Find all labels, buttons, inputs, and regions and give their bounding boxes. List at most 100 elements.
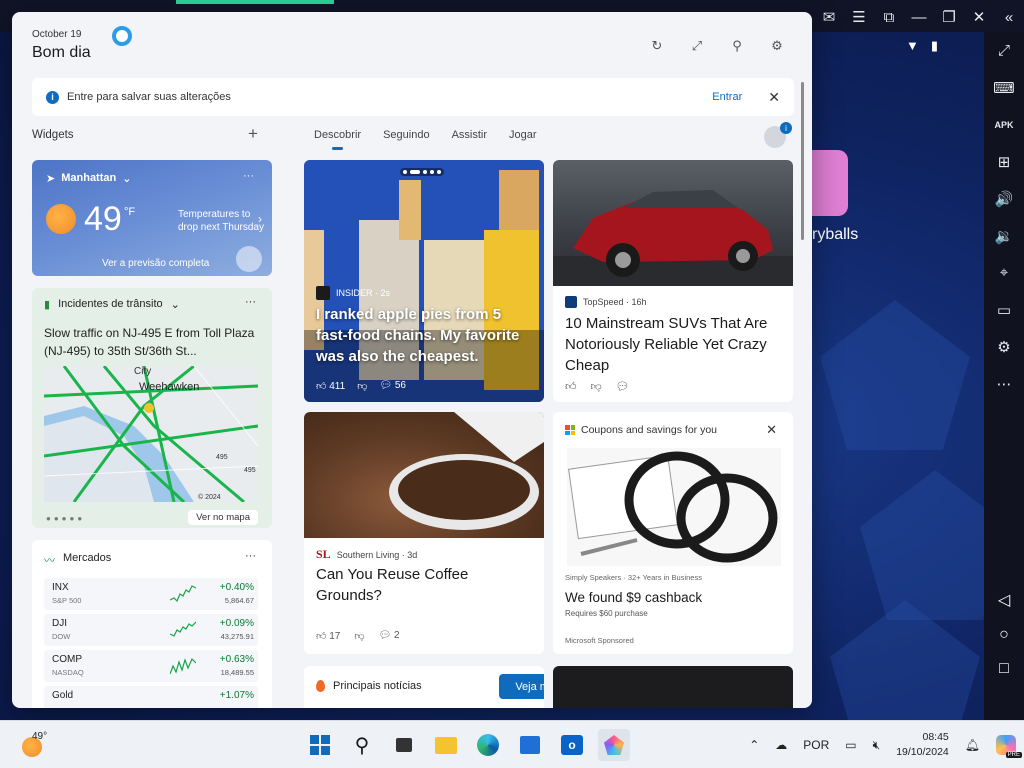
carousel-dots[interactable]: ●●●●● (46, 514, 85, 523)
news-card-dark[interactable] (553, 666, 793, 708)
tab-assistir[interactable]: Assistir (452, 129, 487, 141)
traffic-widget[interactable]: ▮ Incidentes de trânsito ⌄ ··· Slow traf… (32, 288, 272, 528)
like-count: 17 (329, 631, 341, 642)
location-icon[interactable]: ⌖ (984, 254, 1024, 291)
start-button[interactable] (304, 729, 336, 761)
minimize-icon[interactable]: — (904, 4, 934, 30)
mail-icon[interactable]: ✉ (814, 4, 844, 30)
close-ad-icon[interactable]: ✕ (766, 422, 777, 438)
taskbar-clock[interactable]: 08:45 19/10/2024 (888, 730, 957, 760)
back-icon[interactable]: ◁ (998, 590, 1010, 610)
apk-icon[interactable]: APK (984, 106, 1024, 143)
view-map-button[interactable]: Ver no mapa (188, 510, 258, 525)
recents-icon[interactable]: □ (999, 660, 1009, 678)
edge-browser-icon[interactable] (472, 729, 504, 761)
volume-down-icon[interactable]: 🔉 (984, 217, 1024, 254)
like-button[interactable]: 👍︎ (565, 380, 577, 393)
wifi-icon: ▼ (905, 38, 919, 53)
more-icon[interactable]: ⋯ (984, 365, 1024, 402)
markets-more-button[interactable]: ··· (245, 550, 256, 562)
card-title[interactable]: Can You Reuse Coffee Grounds? (316, 564, 536, 606)
market-row[interactable]: INX S&P 500 +0.40% 5,864.67 (44, 578, 258, 610)
tab-seguindo[interactable]: Seguindo (383, 129, 430, 141)
battery-icon: ▮ (930, 38, 938, 53)
card-title[interactable]: 10 Mainstream SUVs That Are Notoriously … (565, 313, 785, 376)
file-explorer-icon[interactable] (430, 729, 462, 761)
android-app-icon[interactable] (806, 150, 848, 216)
traffic-description[interactable]: Slow traffic on NJ-495 E from Toll Plaza… (44, 324, 260, 360)
settings-icon[interactable]: ⚙ (984, 328, 1024, 365)
ad-title[interactable]: We found $9 cashback (565, 590, 702, 605)
language-indicator[interactable]: POR (795, 738, 837, 752)
widgets-app-icon[interactable] (598, 729, 630, 761)
map-label-city: City (134, 366, 151, 377)
news-card-suvs[interactable]: TopSpeed · 16h 10 Mainstream SUVs That A… (553, 160, 793, 402)
restore-icon[interactable]: ❐ (934, 4, 964, 30)
expand-icon[interactable]: ⧉ (874, 4, 904, 30)
taskbar-weather-button[interactable]: 49° (20, 731, 50, 761)
map-route-label-2: 495 (244, 467, 256, 474)
weather-widget[interactable]: ➤ Manhattan ⌄ ··· 49 °F Temperatures to … (32, 160, 272, 276)
search-icon[interactable]: ⚲ (346, 729, 378, 761)
comment-button[interactable]: 💬︎ (616, 380, 630, 393)
comment-button[interactable]: 💬︎ 2 (379, 630, 400, 642)
keyboard-icon[interactable]: ⌨ (984, 69, 1024, 106)
close-icon[interactable]: ✕ (964, 4, 994, 30)
traffic-more-button[interactable]: ··· (245, 296, 256, 308)
market-row[interactable]: COMP NASDAQ +0.63% 18,489.55 (44, 650, 258, 682)
market-row[interactable]: DJI DOW +0.09% 43,275.91 (44, 614, 258, 646)
comment-button[interactable]: 💬︎ 56 (379, 380, 406, 392)
outlook-icon[interactable]: o (556, 729, 588, 761)
store-icon[interactable] (514, 729, 546, 761)
traffic-map[interactable]: City Weehawken 495 495 © 2024 (44, 366, 258, 502)
home-icon[interactable]: ○ (999, 626, 1009, 644)
feed-scrollbar[interactable] (801, 82, 804, 240)
notification-bell-icon[interactable]: 🔔︎ (957, 738, 988, 752)
refresh-icon[interactable]: ↻ (644, 36, 670, 56)
add-widget-button[interactable]: + (248, 124, 258, 144)
sign-in-link[interactable]: Entrar (712, 91, 742, 103)
top-news-card[interactable]: Principais notícias Veja mais › (304, 666, 544, 708)
settings-gear-icon[interactable]: ⚙ (764, 36, 790, 56)
pin-icon[interactable]: ⚲ (724, 36, 750, 56)
fullscreen-icon[interactable]: ⤢ (984, 32, 1024, 69)
tab-descobrir[interactable]: Descobrir (314, 129, 361, 150)
like-button[interactable]: 👍︎ 17 (316, 630, 340, 642)
volume-up-icon[interactable]: 🔊 (984, 180, 1024, 217)
volume-muted-icon[interactable]: 🔇︎ (865, 738, 889, 753)
card-title[interactable]: I ranked apple pies from 5 fast-food cha… (316, 304, 536, 367)
menu-icon[interactable]: ☰ (844, 4, 874, 30)
display-icon[interactable]: ▭ (837, 738, 864, 752)
news-card-apple-pies[interactable]: INSIDER · 2s I ranked apple pies from 5 … (304, 160, 544, 402)
add-window-icon[interactable]: ⊞ (984, 143, 1024, 180)
like-button[interactable]: 👍︎ 411 (316, 380, 345, 392)
collapse-icon[interactable]: « (994, 4, 1024, 30)
profile-button[interactable]: i (764, 122, 792, 148)
chevron-up-icon[interactable]: ⌃ (741, 738, 767, 752)
weather-forecast[interactable]: Temperatures to drop next Thursday (178, 208, 264, 234)
carousel-indicator[interactable] (400, 168, 444, 176)
weather-location[interactable]: ➤ Manhattan ⌄ (46, 172, 131, 185)
network-off-icon[interactable]: ☁ (767, 738, 795, 752)
markets-widget[interactable]: 〰 Mercados ··· INX S&P 500 +0.40% 5,864.… (32, 540, 272, 708)
task-view-icon[interactable] (388, 729, 420, 761)
folder-icon[interactable]: ▭ (984, 291, 1024, 328)
close-banner-icon[interactable]: ✕ (768, 89, 780, 106)
dislike-button[interactable]: 👎︎ (354, 630, 364, 642)
market-row[interactable]: Gold +1.07% (44, 686, 258, 708)
android-app-label[interactable]: ryballs (812, 226, 858, 244)
copilot-logo-icon[interactable] (112, 26, 132, 46)
see-more-button[interactable]: Veja mais › (499, 674, 544, 699)
expand-panel-icon[interactable]: ⤢ (684, 36, 710, 56)
coupon-ad-card[interactable]: Coupons and savings for you ✕ Simply Spe… (553, 412, 793, 654)
weather-more-button[interactable]: ··· (243, 170, 254, 182)
market-value: 43,275.91 (220, 632, 254, 641)
full-forecast-link[interactable]: Ver a previsão completa (102, 258, 209, 269)
news-card-coffee[interactable]: SL Southern Living · 3d Can You Reuse Co… (304, 412, 544, 654)
dislike-button[interactable]: 👎︎ (591, 380, 602, 393)
market-value: 18,489.55 (220, 668, 254, 677)
copilot-pre-icon[interactable]: PRE (988, 735, 1024, 758)
tab-jogar[interactable]: Jogar (509, 129, 537, 141)
dislike-button[interactable]: 👎︎ (357, 380, 367, 392)
chevron-right-icon[interactable]: › (258, 212, 262, 226)
